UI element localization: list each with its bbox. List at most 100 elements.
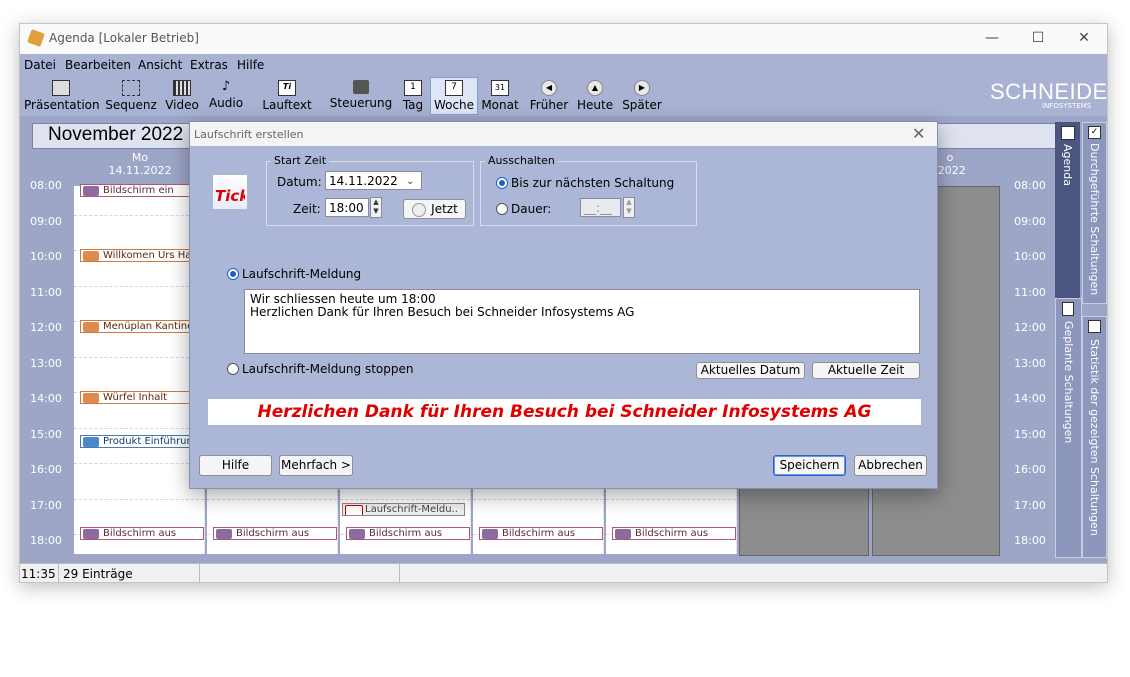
event-label: Bildschirm aus (502, 528, 576, 539)
event-bildschirm-aus-do[interactable]: Bildschirm aus (479, 527, 603, 540)
video-icon (83, 437, 99, 447)
switch-off-group-label: Ausschalten (485, 154, 558, 167)
event-produkt[interactable]: Produkt Einführun (80, 435, 204, 448)
menu-ansicht[interactable]: Ansicht (138, 58, 182, 72)
status-divider (199, 564, 200, 582)
event-label: Laufschrift-Meldu.. (365, 504, 458, 515)
hour-line (74, 498, 204, 500)
toolbar-label: Video (165, 98, 199, 112)
time-label-right: 10:00 (1014, 250, 1046, 263)
time-label-right: 17:00 (1014, 498, 1046, 512)
time-value: 18:00 (329, 201, 364, 215)
event-label: Bildschirm aus (635, 528, 709, 539)
arrow-up-icon: ▲ (587, 80, 603, 96)
clock-icon (412, 203, 426, 217)
date-label: Datum: (277, 175, 322, 189)
event-bildschirm-aus-mo[interactable]: Bildschirm aus (80, 527, 204, 540)
toolbar-label: Früher (529, 98, 569, 112)
toolbar-video[interactable]: Video (165, 78, 199, 114)
tab-geplant[interactable]: Geplante Schaltungen (1055, 298, 1082, 558)
menu-datei[interactable]: Datei (24, 58, 56, 72)
toolbar-audio[interactable]: ♪ Audio (208, 78, 244, 114)
tab-agenda[interactable]: Agenda (1055, 122, 1080, 322)
multiple-button[interactable]: Mehrfach > (279, 455, 353, 476)
time-label-right: 16:00 (1014, 463, 1046, 476)
hour-line (74, 463, 204, 464)
status-time: 11:35 (21, 567, 56, 581)
duration-spinner[interactable]: ▲ ▼ (623, 197, 635, 218)
event-bildschirm-aus-mi[interactable]: Bildschirm aus (346, 527, 470, 540)
audio-icon: ♪ (221, 79, 231, 94)
ticker-icon: Ti (278, 80, 296, 96)
tab-durchgefuehrt[interactable]: ✓ Durchgeführte Schaltungen (1082, 122, 1107, 304)
day-calendar-icon: 1 (404, 80, 422, 96)
date-picker[interactable]: 14.11.2022 ⌄ (325, 171, 422, 190)
maximize-button[interactable]: ☐ (1015, 24, 1061, 54)
duration-input[interactable]: __:__ (580, 198, 621, 217)
message-radio[interactable] (227, 268, 239, 280)
toolbar-tag[interactable]: 1 Tag (401, 78, 425, 114)
toolbar-steuerung[interactable]: Steuerung (329, 78, 393, 114)
time-label-left: 18:00 (30, 534, 62, 547)
toolbar-lauftext[interactable]: Ti Lauftext (262, 78, 312, 114)
event-label: Bildschirm ein (103, 185, 174, 196)
toolbar-spaeter[interactable]: ▶ Später (621, 78, 663, 114)
menu-bearbeiten[interactable]: Bearbeiten (65, 58, 131, 72)
current-date-button[interactable]: Aktuelles Datum (696, 362, 805, 379)
event-bildschirm-ein[interactable]: Bildschirm ein (80, 184, 204, 197)
month-title: November 2022 (48, 124, 184, 145)
toolbar-label: Steuerung (329, 96, 393, 110)
current-time-button[interactable]: Aktuelle Zeit (812, 362, 920, 379)
month-calendar-icon: 31 (491, 80, 509, 96)
menu-hilfe[interactable]: Hilfe (237, 58, 264, 72)
dialog-close-button[interactable]: ✕ (912, 124, 925, 143)
time-label-left: 09:00 (30, 214, 62, 228)
time-label-right: 13:00 (1014, 356, 1046, 370)
toolbar-praesentation[interactable]: Präsentation (24, 78, 100, 114)
time-input[interactable]: 18:00 (325, 198, 369, 217)
sequence-icon (122, 80, 140, 96)
dialog-title: Laufschrift erstellen (194, 128, 304, 141)
until-next-label: Bis zur nächsten Schaltung (511, 176, 675, 190)
close-button[interactable]: ✕ (1061, 24, 1107, 54)
time-label-right: 14:00 (1014, 392, 1046, 405)
event-label: Menüplan Kantine (103, 321, 194, 332)
hour-line (74, 214, 204, 216)
tab-statistik[interactable]: Statistik der gezeigten Schaltungen (1082, 316, 1107, 558)
duration-radio[interactable] (496, 203, 508, 215)
event-wuerfel[interactable]: Würfel Inhalt (80, 391, 204, 404)
time-label-right: 15:00 (1014, 427, 1046, 441)
help-button[interactable]: Hilfe (199, 455, 272, 476)
minimize-button[interactable]: — (969, 24, 1015, 54)
save-button[interactable]: Speichern (773, 455, 846, 476)
time-label-left: 08:00 (30, 179, 62, 192)
until-next-radio[interactable] (496, 177, 508, 189)
dialog-title-bar: Laufschrift erstellen ✕ (190, 122, 937, 146)
menu-extras[interactable]: Extras (190, 58, 228, 72)
toolbar-frueher[interactable]: ◀ Früher (529, 78, 569, 114)
event-laufschrift[interactable]: Laufschrift-Meldu.. (342, 503, 465, 516)
message-line: Herzlichen Dank für Ihren Besuch bei Sch… (250, 305, 635, 319)
event-willkommen[interactable]: Willkomen Urs Ha (80, 249, 204, 262)
event-menueplan[interactable]: Menüplan Kantine (80, 320, 204, 333)
stop-message-radio[interactable] (227, 363, 239, 375)
toolbar-monat[interactable]: 31 Monat (481, 78, 519, 114)
time-label-right: 18:00 (1014, 534, 1046, 547)
message-textarea[interactable]: Wir schliessen heute um 18:00 Herzlichen… (244, 289, 920, 354)
toolbar-sequenz[interactable]: Sequenz (105, 78, 157, 114)
time-label-left: 17:00 (30, 498, 62, 512)
event-label: Würfel Inhalt (103, 392, 168, 403)
time-spinner[interactable]: ▲ ▼ (370, 197, 382, 218)
now-button[interactable]: Jetzt (403, 199, 466, 219)
time-label-right: 12:00 (1014, 321, 1046, 334)
event-bildschirm-aus-fr[interactable]: Bildschirm aus (612, 527, 736, 540)
event-bildschirm-aus-di[interactable]: Bildschirm aus (213, 527, 337, 540)
status-bar: 11:35 29 Einträge (20, 563, 1107, 582)
toolbar-heute[interactable]: ▲ Heute (577, 78, 613, 114)
toolbar-label: Heute (577, 98, 614, 112)
status-entries: 29 Einträge (63, 567, 133, 581)
day-column-mo[interactable] (74, 186, 205, 554)
cancel-button[interactable]: Abbrechen (854, 455, 927, 476)
tab-done-label: Durchgeführte Schaltungen (1088, 143, 1101, 296)
toolbar-woche[interactable]: 7 Woche (430, 77, 478, 115)
